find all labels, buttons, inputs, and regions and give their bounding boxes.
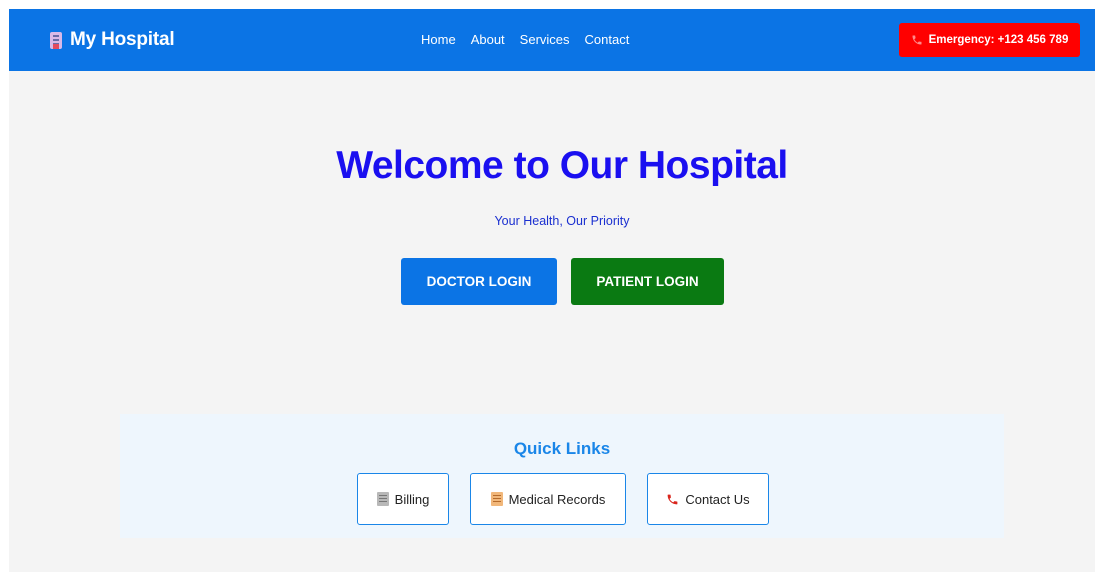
nav-link-about[interactable]: About	[471, 32, 505, 47]
medical-records-link[interactable]: Medical Records	[470, 473, 626, 525]
phone-icon	[912, 35, 922, 45]
phone-icon	[667, 494, 678, 504]
billing-icon	[376, 492, 389, 506]
quick-links-title: Quick Links	[513, 439, 611, 458]
doctor-login-button[interactable]: DOCTOR LOGIN	[401, 258, 557, 305]
nav-link-services[interactable]: Services	[520, 32, 570, 47]
emergency-label: Emergency: +123 456 789	[928, 34, 1069, 46]
patient-login-button[interactable]: PATIENT LOGIN	[571, 258, 724, 305]
emergency-button[interactable]: Emergency: +123 456 789	[899, 23, 1080, 57]
quick-links-panel: Quick Links Billing Medical Records Cont…	[120, 414, 1004, 538]
medical-records-label: Medical Records	[508, 491, 606, 507]
billing-label: Billing	[394, 491, 430, 507]
hero-title: Welcome to Our Hospital	[336, 144, 788, 187]
navbar: My Hospital Home About Services Contact …	[9, 9, 1095, 71]
hero-subtitle: Your Health, Our Priority	[494, 214, 630, 228]
nav-menu: Home About Services Contact	[421, 32, 629, 47]
hospital-icon	[49, 31, 63, 50]
brand[interactable]: My Hospital	[49, 29, 175, 51]
medical-records-icon	[490, 492, 503, 506]
billing-link[interactable]: Billing	[357, 473, 449, 525]
nav-link-contact[interactable]: Contact	[585, 32, 630, 47]
page: My Hospital Home About Services Contact …	[9, 9, 1095, 572]
contact-us-label: Contact Us	[685, 491, 750, 507]
brand-name: My Hospital	[70, 29, 175, 50]
contact-us-link[interactable]: Contact Us	[647, 473, 769, 525]
nav-link-home[interactable]: Home	[421, 32, 456, 47]
